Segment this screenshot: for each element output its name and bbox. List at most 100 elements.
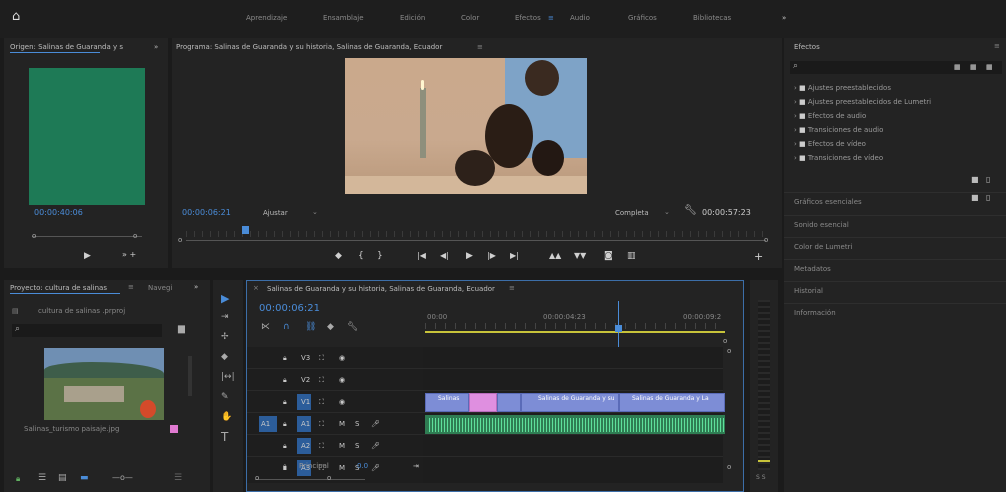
tab-aprendizaje[interactable]: Aprendizaje — [246, 14, 287, 22]
list-view-icon[interactable]: ☰ — [38, 473, 46, 483]
lock-icon[interactable]: 🔒︎ — [283, 398, 287, 407]
project-title[interactable]: Proyecto: cultura de salinas — [10, 284, 107, 292]
tab-ensamblaje[interactable]: Ensamblaje — [323, 14, 364, 22]
solo-button[interactable]: S — [355, 442, 359, 450]
icon-view-icon[interactable]: ▤ — [58, 473, 67, 483]
video-clip-pink[interactable] — [469, 393, 497, 412]
lock-icon[interactable]: 🔒︎ — [16, 474, 20, 484]
add-marker-icon[interactable]: ◆ — [335, 251, 342, 261]
effects-item-audio-transitions[interactable]: › ■ Transiciones de audio — [794, 126, 883, 134]
slip-tool-icon[interactable]: |↔| — [221, 372, 235, 382]
scroll-handle-top-icon[interactable]: o — [727, 347, 731, 355]
eye-icon[interactable]: ◉ — [339, 398, 345, 406]
source-title[interactable]: Origen: Salinas de Guaranda y s — [10, 43, 123, 51]
track-label-v3[interactable]: V3 — [301, 354, 310, 362]
video-clip[interactable]: Salinas de Guaranda y La — [619, 393, 725, 412]
project-search-input[interactable] — [12, 324, 162, 337]
panel-essential-graphics[interactable]: Gráficos esenciales — [794, 198, 862, 206]
comparison-icon[interactable]: ▥ — [627, 251, 636, 261]
fit-chevron-icon[interactable]: ⌄ — [312, 208, 318, 216]
close-tab-icon[interactable]: × — [253, 284, 259, 292]
quality-select[interactable]: Completa — [615, 209, 649, 217]
effects-title[interactable]: Efectos — [794, 43, 820, 51]
timeline-timecode[interactable]: 00:00:06:21 — [259, 303, 320, 314]
zoom-handle-left-icon[interactable]: o — [255, 474, 259, 482]
new-bin-icon[interactable]: ▆ — [178, 324, 185, 334]
meter-solo-label[interactable]: S S — [756, 474, 766, 481]
lock-icon[interactable]: 🔒︎ — [283, 354, 287, 363]
track-select-icon[interactable]: ⇥ — [221, 312, 229, 322]
video-clip[interactable]: Salinas de Guaranda y su — [521, 393, 619, 412]
camera-icon[interactable]: ◙ — [604, 251, 613, 261]
panel-metadata[interactable]: Metadatos — [794, 265, 831, 273]
track-label-v1[interactable]: V1 — [301, 398, 310, 406]
video-clip[interactable] — [497, 393, 521, 412]
add-button-icon[interactable]: + — [754, 250, 763, 263]
video-clip[interactable]: Salinas — [425, 393, 469, 412]
step-forward-icon[interactable]: |▶ — [487, 251, 496, 260]
effects-item-lumetri-presets[interactable]: › ■ Ajustes preestablecidos de Lumetri — [794, 98, 931, 106]
mute-button[interactable]: M — [339, 420, 345, 428]
hand-tool-icon[interactable]: ✋ — [221, 412, 232, 422]
lock-icon[interactable]: 🔒︎ — [283, 442, 287, 451]
program-menu-icon[interactable]: ≡ — [477, 43, 483, 51]
in-handle-icon[interactable]: o — [32, 232, 36, 240]
freeform-view-icon[interactable]: ▬ — [80, 473, 89, 483]
go-to-end-icon[interactable]: ⇥ — [413, 462, 419, 470]
track-label-a1[interactable]: A1 — [301, 420, 310, 428]
sync-lock-icon[interactable]: ⛶ — [319, 420, 324, 429]
scroll-handle-bottom-icon[interactable]: o — [727, 463, 731, 471]
sync-lock-icon[interactable]: ⛶ — [319, 442, 324, 451]
pen-tool-icon[interactable]: ✎ — [221, 392, 229, 402]
32bit-icon[interactable]: ▦ — [970, 63, 977, 71]
timeline-wrench-icon[interactable]: 🔧︎ — [347, 322, 358, 332]
program-timecode[interactable]: 00:00:06:21 — [182, 208, 231, 217]
eye-icon[interactable]: ◉ — [339, 376, 345, 384]
menu-icon[interactable]: ≡ — [548, 14, 554, 22]
lock-icon[interactable]: 🔒︎ — [283, 376, 287, 385]
go-to-out-icon[interactable]: ▶| — [510, 251, 519, 260]
selection-tool-icon[interactable]: ▶ — [221, 292, 229, 305]
out-handle-icon-2[interactable]: o — [764, 236, 768, 244]
sort-icon[interactable]: ☰ — [174, 473, 182, 483]
mark-out-icon[interactable]: } — [377, 251, 383, 261]
snap-icon[interactable]: ∩ — [283, 322, 290, 332]
program-scrubber[interactable] — [186, 240, 766, 241]
quality-chevron-icon[interactable]: ⌄ — [664, 208, 670, 216]
tab-color[interactable]: Color — [461, 14, 479, 22]
new-bin-icon[interactable]: ■ — [971, 175, 979, 184]
panel-history[interactable]: Historial — [794, 287, 823, 295]
panel-new-icon[interactable]: ■ — [971, 193, 979, 202]
yuv-icon[interactable]: ▦ — [986, 63, 993, 71]
extract-icon[interactable]: ▼▼ — [574, 251, 586, 260]
lift-icon[interactable]: ▲▲ — [549, 251, 561, 260]
sync-lock-icon[interactable]: ⛶ — [319, 376, 324, 385]
zoom-slider[interactable]: —o— — [112, 473, 133, 482]
source-timecode[interactable]: 00:00:40:06 — [34, 208, 83, 217]
out-handle-icon[interactable]: o — [133, 232, 137, 240]
timeline-zoom-bar[interactable] — [255, 479, 365, 480]
track-label-v2[interactable]: V2 — [301, 376, 310, 384]
in-handle-icon-2[interactable]: o — [178, 236, 182, 244]
more-panels-icon[interactable]: » — [154, 43, 158, 51]
mark-in-icon[interactable]: { — [358, 251, 364, 261]
work-area-bar[interactable] — [425, 331, 725, 333]
panel-info[interactable]: Información — [794, 309, 836, 317]
eye-icon[interactable]: ◉ — [339, 354, 345, 362]
tab-graficos[interactable]: Gráficos — [628, 14, 657, 22]
zoom-handle-right-icon[interactable]: o — [327, 474, 331, 482]
source-label-a1[interactable]: A1 — [261, 420, 270, 428]
program-ruler[interactable] — [186, 231, 766, 237]
delete-icon[interactable]: ▯ — [986, 175, 990, 184]
mute-button[interactable]: M — [339, 442, 345, 450]
playhead-marker-icon[interactable] — [242, 226, 249, 234]
tab-edicion[interactable]: Edición — [400, 14, 425, 22]
effects-item-presets[interactable]: › ■ Ajustes preestablecidos — [794, 84, 891, 92]
program-title[interactable]: Programa: Salinas de Guaranda y su histo… — [176, 43, 442, 51]
audio-clip[interactable] — [425, 415, 725, 434]
solo-button[interactable]: S — [355, 420, 359, 428]
tab-media-browser[interactable]: Navegi — [148, 284, 172, 292]
lock-icon[interactable]: 🔒︎ — [283, 420, 287, 429]
play-icon-2[interactable]: ▶ — [466, 251, 473, 261]
effects-item-video-effects[interactable]: › ■ Efectos de vídeo — [794, 140, 866, 148]
